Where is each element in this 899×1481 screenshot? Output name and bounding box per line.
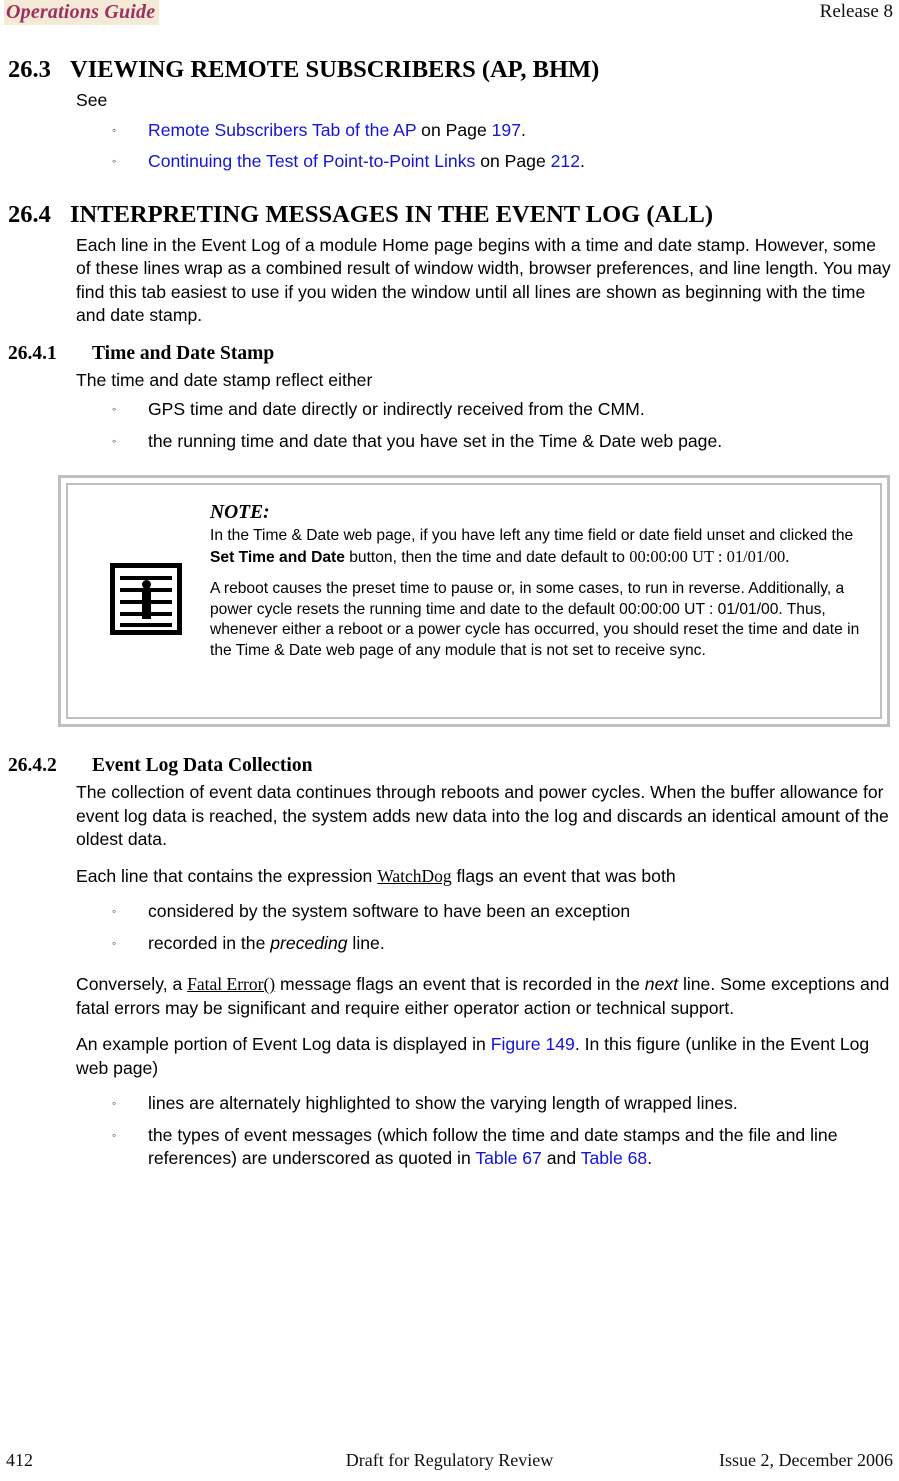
note-default-timestamp: 00:00:00 UT : 01/01/00 <box>629 546 786 566</box>
link-table-67[interactable]: Table 67 <box>475 1148 542 1168</box>
list-item-label: lines are alternately highlighted to sho… <box>148 1093 738 1113</box>
heading-26-4-title: INTERPRETING MESSAGES IN THE EVENT LOG (… <box>70 200 714 228</box>
paragraph-watchdog: Each line that contains the expression W… <box>0 865 899 889</box>
link-table-68[interactable]: Table 68 <box>581 1148 648 1168</box>
list-time-date-sources: ◦ GPS time and date directly or indirect… <box>0 398 899 453</box>
list-item: ◦ the running time and date that you hav… <box>0 430 887 454</box>
note-p1-part-c: . <box>785 546 790 566</box>
heading-26-4: 26.4 INTERPRETING MESSAGES IN THE EVENT … <box>0 200 899 230</box>
list-item-end: . <box>580 151 585 171</box>
list-watchdog-conditions: ◦ considered by the system software to h… <box>0 900 899 955</box>
note-p1-part-a: In the Time & Date web page, if you have… <box>210 527 854 544</box>
note-callout: NOTE: In the Time & Date web page, if yo… <box>0 475 899 727</box>
bullet-circle-icon: ◦ <box>112 402 117 416</box>
heading-26-3-title: VIEWING REMOTE SUBSCRIBERS (AP, BHM) <box>70 56 600 83</box>
list-remote-subscriber-refs: ◦ Remote Subscribers Tab of the AP on Pa… <box>0 119 899 174</box>
note-title: NOTE: <box>210 502 270 523</box>
list-item: ◦ GPS time and date directly or indirect… <box>0 398 887 422</box>
list-item-pre: recorded in the <box>148 932 271 953</box>
watchdog-pre: Each line that contains the expression <box>76 865 378 886</box>
link-page-197[interactable]: 197 <box>492 120 521 140</box>
paragraph-fatal-error: Conversely, a Fatal Error() message flag… <box>0 973 899 1020</box>
paragraph-time-date-reflect: The time and date stamp reflect either <box>76 369 373 390</box>
paragraph-event-data-collection: The collection of event data continues t… <box>76 782 889 849</box>
link-remote-subscribers-tab[interactable]: Remote Subscribers Tab of the AP <box>148 120 416 140</box>
page-header: Operations Guide Release 8 <box>0 0 899 30</box>
list-item-label: GPS time and date directly or indirectly… <box>148 399 645 419</box>
heading-26-3-number: 26.3 <box>8 56 51 83</box>
list-item-label: considered by the system software to hav… <box>148 901 631 921</box>
list-item: ◦ considered by the system software to h… <box>0 900 887 924</box>
list-item: ◦ lines are alternately highlighted to s… <box>0 1092 887 1116</box>
note-paragraph-2: A reboot causes the preset time to pause… <box>210 580 860 659</box>
note-inner-border: NOTE: In the Time & Date web page, if yo… <box>66 483 882 719</box>
fatal-error-mid: message flags an event that is recorded … <box>275 974 645 994</box>
heading-26-3: 26.3 VIEWING REMOTE SUBSCRIBERS (AP, BHM… <box>0 55 899 85</box>
heading-26-4-2-title: Event Log Data Collection <box>92 755 313 776</box>
note-outer-border: NOTE: In the Time & Date web page, if yo… <box>58 475 890 727</box>
page-content: 26.3 VIEWING REMOTE SUBSCRIBERS (AP, BHM… <box>0 55 899 1181</box>
note-p1-part-b: button, then the time and date default t… <box>344 548 630 566</box>
list-item-mid: and <box>541 1148 581 1168</box>
list-item-mid: on Page <box>416 119 492 140</box>
bullet-circle-icon: ◦ <box>112 154 117 168</box>
bullet-circle-icon: ◦ <box>112 433 117 448</box>
list-item-post: line. <box>347 932 385 953</box>
heading-26-4-1-number: 26.4.1 <box>8 342 57 364</box>
heading-26-4-number: 26.4 <box>8 200 51 228</box>
heading-26-4-1: 26.4.1 Time and Date Stamp <box>0 341 899 367</box>
fatal-error-emphasis: next <box>644 974 679 994</box>
heading-26-4-1-title: Time and Date Stamp <box>92 342 275 364</box>
list-item-mid: on Page <box>475 151 551 171</box>
note-set-time-and-date-button-label: Set Time and Date <box>210 548 345 566</box>
list-item-label: the running time and date that you have … <box>148 430 723 451</box>
list-item-emphasis: preceding <box>270 932 348 953</box>
note-icon-cell <box>82 563 210 635</box>
footer-issue-label: Issue 2, December 2006 <box>719 1450 893 1470</box>
bullet-circle-icon: ◦ <box>112 935 117 950</box>
header-release-label: Release 8 <box>819 1 893 22</box>
note-body: NOTE: In the Time & Date web page, if yo… <box>210 499 864 661</box>
list-item: ◦ Continuing the Test of Point-to-Point … <box>0 150 887 174</box>
list-item: ◦ Remote Subscribers Tab of the AP on Pa… <box>0 119 887 143</box>
list-item-end: . <box>520 119 526 140</box>
paragraph-event-log-intro: Each line in the Event Log of a module H… <box>76 234 891 326</box>
bullet-circle-icon: ◦ <box>112 1096 117 1110</box>
figure-ref-pre: An example portion of Event Log data is … <box>76 1034 491 1054</box>
page-footer: 412 Draft for Regulatory Review Issue 2,… <box>0 1448 899 1474</box>
paragraph-figure-reference: An example portion of Event Log data is … <box>0 1033 899 1080</box>
bullet-circle-icon: ◦ <box>112 904 117 918</box>
bullet-circle-icon: ◦ <box>112 1127 117 1142</box>
fatal-error-expression: Fatal Error() <box>187 974 276 994</box>
watchdog-expression: WatchDog <box>377 865 452 886</box>
note-info-icon <box>110 563 182 635</box>
paragraph-see: See <box>76 90 108 110</box>
heading-26-4-2-number: 26.4.2 <box>8 755 57 776</box>
fatal-error-pre: Conversely, a <box>76 974 188 994</box>
watchdog-post: flags an event that was both <box>451 865 676 886</box>
link-continuing-test-point-to-point[interactable]: Continuing the Test of Point-to-Point Li… <box>148 151 475 171</box>
list-item: ◦ recorded in the preceding line. <box>0 932 887 956</box>
list-item: ◦ the types of event messages (which fol… <box>0 1124 887 1171</box>
link-figure-149[interactable]: Figure 149 <box>491 1034 575 1054</box>
list-figure-notes: ◦ lines are alternately highlighted to s… <box>0 1092 899 1171</box>
heading-26-4-2: 26.4.2 Event Log Data Collection <box>0 753 899 779</box>
note-paragraph-1: In the Time & Date web page, if you have… <box>210 526 864 568</box>
bullet-circle-icon: ◦ <box>112 122 117 137</box>
list-item-post: . <box>647 1148 653 1168</box>
header-document-title: Operations Guide <box>4 0 160 25</box>
link-page-212[interactable]: 212 <box>551 151 580 171</box>
